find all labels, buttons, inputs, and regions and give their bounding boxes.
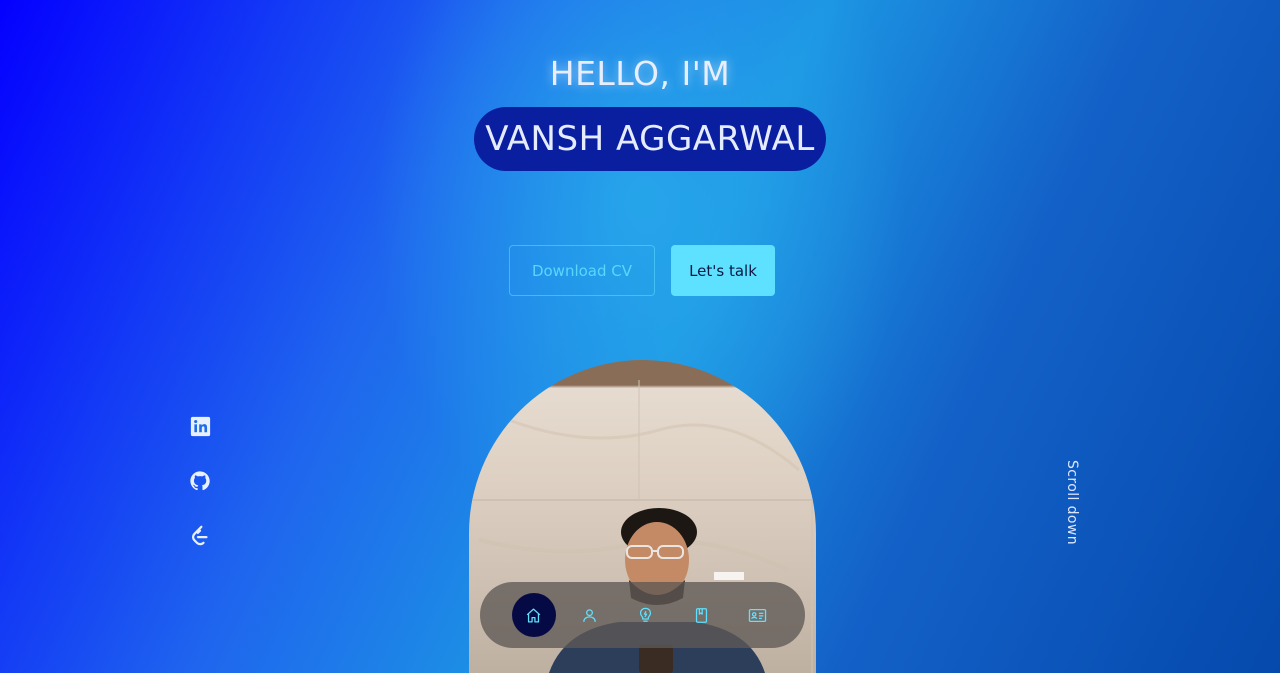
greeting-text: HELLO, I'M — [549, 54, 731, 93]
download-cv-button[interactable]: Download CV — [509, 245, 655, 296]
github-icon — [190, 471, 210, 491]
scroll-down-link[interactable]: Scroll down — [1062, 457, 1082, 549]
leetcode-icon — [192, 525, 208, 546]
nav-about[interactable] — [568, 593, 612, 637]
hero-section: HELLO, I'M VANSH AGGARWAL Download CV Le… — [0, 0, 1280, 673]
user-icon — [583, 608, 596, 622]
nav-home[interactable] — [511, 593, 556, 637]
bottom-navigation — [480, 582, 805, 648]
nav-contact[interactable] — [735, 593, 779, 637]
nav-portfolio[interactable] — [679, 593, 723, 637]
lightbulb-icon — [639, 607, 652, 622]
home-icon — [527, 607, 541, 623]
scroll-down-label: Scroll down — [1064, 460, 1080, 546]
contact-card-icon — [748, 608, 766, 622]
lets-talk-button[interactable]: Let's talk — [671, 245, 775, 296]
book-icon — [695, 607, 707, 623]
nav-skills[interactable] — [623, 593, 667, 637]
github-link[interactable] — [189, 470, 211, 492]
linkedin-link[interactable] — [189, 415, 211, 437]
name-badge: VANSH AGGARWAL — [474, 107, 826, 171]
linkedin-icon — [190, 416, 210, 436]
leetcode-link[interactable] — [189, 525, 211, 547]
